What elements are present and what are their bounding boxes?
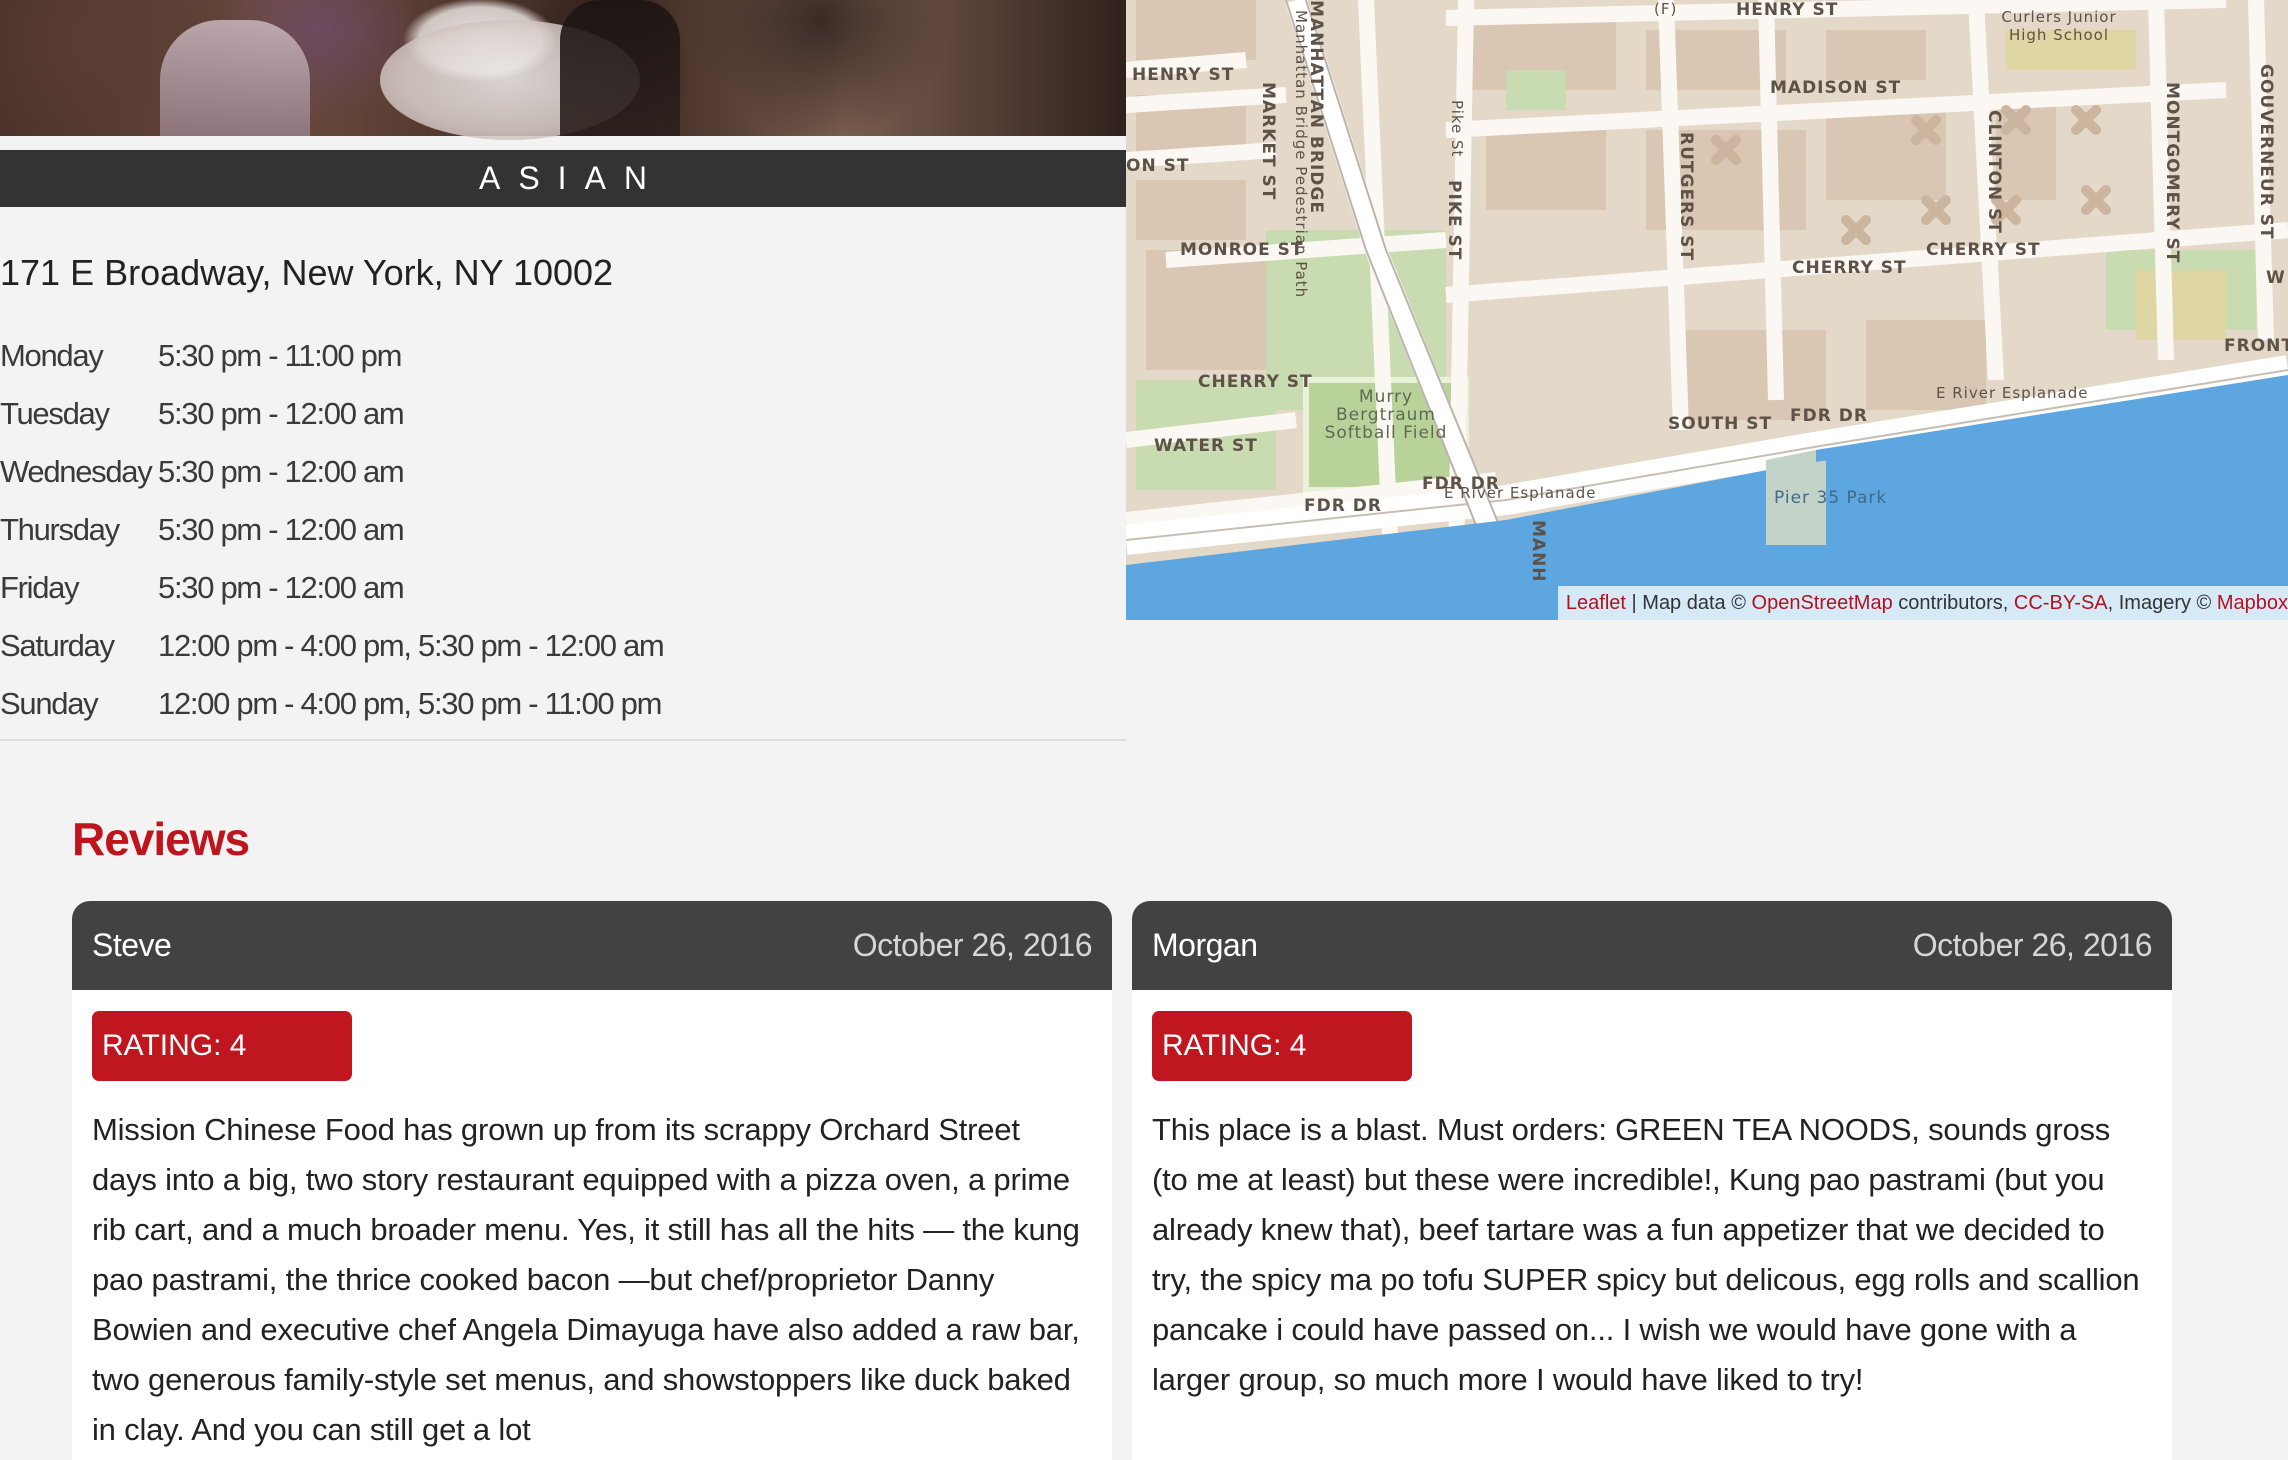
map-label-f-train: (F) — [1654, 0, 1678, 18]
review-author: Morgan — [1152, 927, 1258, 963]
map-label-manh: MANH — [1528, 520, 1548, 583]
mapbox-link[interactable]: Mapbox — [2217, 592, 2288, 614]
hours-time: 12:00 pm - 4:00 pm, 5:30 pm - 11:00 pm — [158, 686, 662, 721]
cuisine-label: ASIAN — [478, 160, 666, 196]
hours-day: Wednesday — [0, 454, 153, 489]
restaurant-photo — [0, 0, 1126, 140]
restaurant-page: ASIAN 171 E Broadway, New York, NY 10002… — [0, 0, 2288, 1460]
review-author: Steve — [92, 927, 172, 963]
map-label-water-st: WATER ST — [1154, 436, 1258, 456]
hours-day: Thursday — [0, 512, 120, 547]
review-date: October 26, 2016 — [852, 927, 1093, 963]
map-label-pike-st: Pike St — [1448, 100, 1466, 158]
map-label-front-st: FRONT — [2224, 336, 2288, 356]
location-map[interactable]: HENRY ST HENRY ST ON ST (F) MARKET ST MA… — [1126, 0, 2288, 620]
map-label-montgomery-st: MONTGOMERY ST — [2162, 82, 2182, 264]
hours-time: 5:30 pm - 12:00 am — [158, 454, 405, 489]
hours-time: 12:00 pm - 4:00 pm, 5:30 pm - 12:00 am — [158, 628, 665, 663]
map-label-market-st: MARKET ST — [1258, 82, 1278, 201]
map-label-henry-st: HENRY ST — [1132, 65, 1235, 85]
rating-badge: RATING: 4 — [92, 1011, 352, 1081]
map-label-rutgers-st: RUTGERS ST — [1676, 132, 1696, 262]
cc-by-sa-link[interactable]: CC-BY-SA — [2014, 592, 2108, 614]
hours-time: 5:30 pm - 12:00 am — [158, 396, 405, 431]
attribution-text: | Map data © — [1625, 592, 1752, 614]
map-label-cherry-st: CHERRY ST — [1792, 258, 1907, 278]
attribution-text: contributors, — [1892, 592, 2014, 614]
review-date: October 26, 2016 — [1912, 927, 2153, 963]
review-text: Mission Chinese Food has grown up from i… — [92, 1112, 1080, 1447]
attribution-text: , Imagery © — [2107, 592, 2217, 614]
cuisine-banner: ASIAN — [0, 150, 1126, 207]
map-label-fdr-dr: FDR DR — [1304, 496, 1382, 516]
map-label-south-st: SOUTH ST — [1668, 414, 1773, 434]
map-label-madison-st: MADISON ST — [1770, 78, 1902, 98]
map-label-curlers-school: Curlers Junior High School — [2001, 8, 2117, 44]
review-card: Morgan October 26, 2016 RATING: 4 This p… — [1132, 901, 2172, 1460]
map-label-pike-st: PIKE ST — [1444, 180, 1464, 261]
map-label-e-river-esplanade: E River Esplanade — [1444, 484, 1597, 502]
map-label-w: W — [2266, 268, 2286, 288]
hours-time: 5:30 pm - 12:00 am — [158, 570, 405, 605]
review-text: This place is a blast. Must orders: GREE… — [1152, 1112, 2140, 1397]
map-label-cherry-st: CHERRY ST — [1198, 372, 1313, 392]
leaflet-link[interactable]: Leaflet — [1566, 592, 1626, 614]
map-label-softball-field: Murry Bergtraum Softball Field — [1324, 387, 1448, 443]
hours-day: Monday — [0, 338, 104, 373]
review-header: Morgan October 26, 2016 — [1132, 901, 2172, 990]
map-label-monroe-st: MONROE ST — [1180, 240, 1304, 260]
review-card: Steve October 26, 2016 RATING: 4 Mission… — [72, 901, 1112, 1460]
map-label-cherry-st: CHERRY ST — [1926, 240, 2041, 260]
openstreetmap-link[interactable]: OpenStreetMap — [1752, 592, 1893, 614]
map-label-fdr-dr: FDR DR — [1790, 406, 1868, 426]
review-header: Steve October 26, 2016 — [72, 901, 1112, 990]
map-attribution: Leaflet | Map data © OpenStreetMap contr… — [1557, 586, 2288, 620]
hours-time: 5:30 pm - 11:00 pm — [158, 338, 402, 373]
map-label-henry-st: HENRY ST — [1736, 0, 1839, 20]
restaurant-address: 171 E Broadway, New York, NY 10002 — [0, 252, 614, 293]
rating-badge: RATING: 4 — [1152, 1011, 1412, 1081]
map-label-pier-35: Pier 35 Park — [1774, 488, 1888, 508]
hours-day: Friday — [0, 570, 80, 605]
section-divider — [0, 739, 1126, 741]
map-label-on-st: ON ST — [1126, 156, 1190, 176]
hours-day: Saturday — [0, 628, 115, 663]
hours-day: Tuesday — [0, 396, 110, 431]
map-label-gouverneur-st: GOUVERNEUR ST — [2256, 64, 2276, 240]
hours-time: 5:30 pm - 12:00 am — [158, 512, 405, 547]
hours-day: Sunday — [0, 686, 99, 721]
map-label-clinton-st: CLINTON ST — [1984, 110, 2004, 234]
reviews-heading: Reviews — [72, 813, 250, 865]
map-label-e-river-esplanade: E River Esplanade — [1936, 384, 2089, 402]
